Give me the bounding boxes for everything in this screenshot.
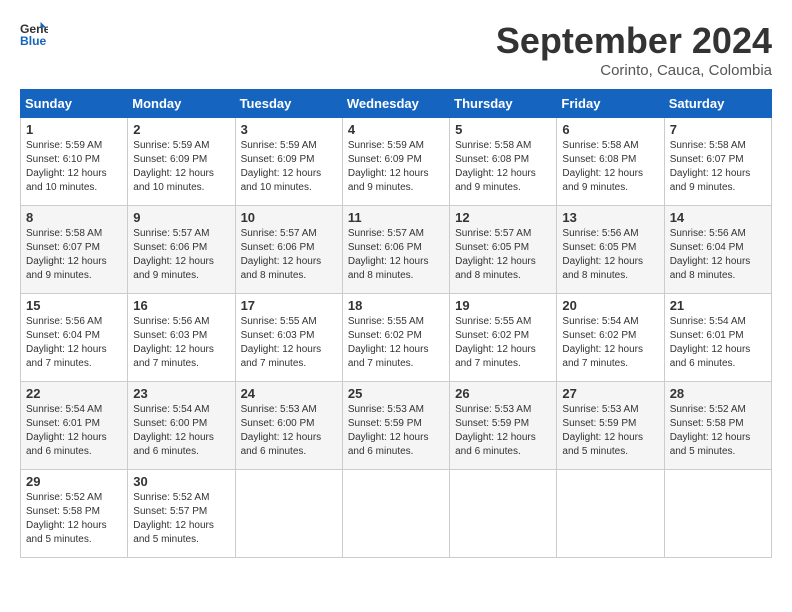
calendar-cell: 19Sunrise: 5:55 AMSunset: 6:02 PMDayligh… — [450, 294, 557, 382]
day-header-friday: Friday — [557, 90, 664, 118]
title-block: September 2024 Corinto, Cauca, Colombia — [496, 20, 772, 79]
calendar-cell — [664, 470, 771, 558]
calendar-cell: 11Sunrise: 5:57 AMSunset: 6:06 PMDayligh… — [342, 206, 449, 294]
location-subtitle: Corinto, Cauca, Colombia — [496, 62, 772, 79]
calendar-cell: 18Sunrise: 5:55 AMSunset: 6:02 PMDayligh… — [342, 294, 449, 382]
calendar-table: SundayMondayTuesdayWednesdayThursdayFrid… — [20, 89, 772, 558]
calendar-header-row: SundayMondayTuesdayWednesdayThursdayFrid… — [21, 90, 772, 118]
calendar-cell: 22Sunrise: 5:54 AMSunset: 6:01 PMDayligh… — [21, 382, 128, 470]
calendar-cell: 8Sunrise: 5:58 AMSunset: 6:07 PMDaylight… — [21, 206, 128, 294]
calendar-cell: 5Sunrise: 5:58 AMSunset: 6:08 PMDaylight… — [450, 118, 557, 206]
calendar-cell: 16Sunrise: 5:56 AMSunset: 6:03 PMDayligh… — [128, 294, 235, 382]
calendar-cell: 17Sunrise: 5:55 AMSunset: 6:03 PMDayligh… — [235, 294, 342, 382]
calendar-cell: 23Sunrise: 5:54 AMSunset: 6:00 PMDayligh… — [128, 382, 235, 470]
calendar-cell: 13Sunrise: 5:56 AMSunset: 6:05 PMDayligh… — [557, 206, 664, 294]
day-header-sunday: Sunday — [21, 90, 128, 118]
logo: General Blue — [20, 20, 48, 48]
calendar-week-4: 22Sunrise: 5:54 AMSunset: 6:01 PMDayligh… — [21, 382, 772, 470]
day-header-wednesday: Wednesday — [342, 90, 449, 118]
calendar-cell: 9Sunrise: 5:57 AMSunset: 6:06 PMDaylight… — [128, 206, 235, 294]
calendar-cell: 20Sunrise: 5:54 AMSunset: 6:02 PMDayligh… — [557, 294, 664, 382]
calendar-cell — [235, 470, 342, 558]
day-header-monday: Monday — [128, 90, 235, 118]
month-title: September 2024 — [496, 20, 772, 62]
calendar-cell: 2Sunrise: 5:59 AMSunset: 6:09 PMDaylight… — [128, 118, 235, 206]
calendar-cell: 4Sunrise: 5:59 AMSunset: 6:09 PMDaylight… — [342, 118, 449, 206]
calendar-cell: 26Sunrise: 5:53 AMSunset: 5:59 PMDayligh… — [450, 382, 557, 470]
calendar-cell: 21Sunrise: 5:54 AMSunset: 6:01 PMDayligh… — [664, 294, 771, 382]
calendar-week-5: 29Sunrise: 5:52 AMSunset: 5:58 PMDayligh… — [21, 470, 772, 558]
calendar-body: 1Sunrise: 5:59 AMSunset: 6:10 PMDaylight… — [21, 118, 772, 558]
calendar-cell: 12Sunrise: 5:57 AMSunset: 6:05 PMDayligh… — [450, 206, 557, 294]
day-header-saturday: Saturday — [664, 90, 771, 118]
page-header: General Blue September 2024 Corinto, Cau… — [20, 20, 772, 79]
calendar-cell: 27Sunrise: 5:53 AMSunset: 5:59 PMDayligh… — [557, 382, 664, 470]
calendar-cell: 25Sunrise: 5:53 AMSunset: 5:59 PMDayligh… — [342, 382, 449, 470]
calendar-week-3: 15Sunrise: 5:56 AMSunset: 6:04 PMDayligh… — [21, 294, 772, 382]
calendar-cell: 6Sunrise: 5:58 AMSunset: 6:08 PMDaylight… — [557, 118, 664, 206]
svg-text:Blue: Blue — [20, 34, 47, 48]
calendar-cell: 7Sunrise: 5:58 AMSunset: 6:07 PMDaylight… — [664, 118, 771, 206]
calendar-cell: 15Sunrise: 5:56 AMSunset: 6:04 PMDayligh… — [21, 294, 128, 382]
logo-icon: General Blue — [20, 20, 48, 48]
calendar-week-2: 8Sunrise: 5:58 AMSunset: 6:07 PMDaylight… — [21, 206, 772, 294]
calendar-cell: 30Sunrise: 5:52 AMSunset: 5:57 PMDayligh… — [128, 470, 235, 558]
calendar-cell: 29Sunrise: 5:52 AMSunset: 5:58 PMDayligh… — [21, 470, 128, 558]
calendar-cell: 10Sunrise: 5:57 AMSunset: 6:06 PMDayligh… — [235, 206, 342, 294]
calendar-cell: 28Sunrise: 5:52 AMSunset: 5:58 PMDayligh… — [664, 382, 771, 470]
day-header-thursday: Thursday — [450, 90, 557, 118]
calendar-cell — [557, 470, 664, 558]
calendar-cell: 3Sunrise: 5:59 AMSunset: 6:09 PMDaylight… — [235, 118, 342, 206]
calendar-cell: 14Sunrise: 5:56 AMSunset: 6:04 PMDayligh… — [664, 206, 771, 294]
calendar-cell: 24Sunrise: 5:53 AMSunset: 6:00 PMDayligh… — [235, 382, 342, 470]
calendar-cell — [342, 470, 449, 558]
calendar-week-1: 1Sunrise: 5:59 AMSunset: 6:10 PMDaylight… — [21, 118, 772, 206]
calendar-cell — [450, 470, 557, 558]
calendar-cell: 1Sunrise: 5:59 AMSunset: 6:10 PMDaylight… — [21, 118, 128, 206]
day-header-tuesday: Tuesday — [235, 90, 342, 118]
